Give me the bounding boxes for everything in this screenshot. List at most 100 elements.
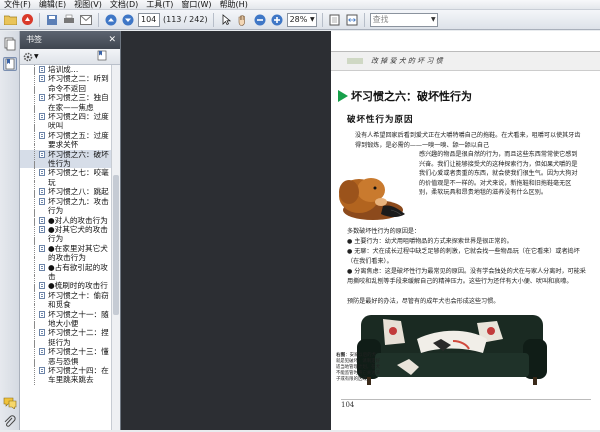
- comments-icon[interactable]: [3, 397, 17, 411]
- menu-file[interactable]: 文件(F): [0, 0, 35, 9]
- select-tool-icon[interactable]: [219, 13, 233, 27]
- bookmark-label: 坏习惯之十一：随地大小便: [48, 309, 109, 328]
- bookmarks-toolbar: ▼: [20, 49, 120, 65]
- menu-document[interactable]: 文档(D): [106, 0, 142, 9]
- attachments-icon[interactable]: [3, 415, 17, 429]
- bookmarks-list: 培训成… 坏习惯之二：听到命令不返回 坏习惯之三：独自在家——焦虑 坏习惯之四：过度吠…: [20, 65, 112, 430]
- bookmark-page-icon: [39, 75, 45, 83]
- navigation-pane-strip: [0, 31, 20, 430]
- toolbar-separator: [98, 12, 99, 27]
- chapter-arrow-icon: [338, 90, 348, 102]
- photo-caption: 右图：安家以后的犬就是犯破坏，请制定好适当地管理计划，在犬不能监管时将它关进笼子…: [336, 353, 380, 383]
- bookmark-label: 坏习惯之二：听到命令不返回: [48, 74, 109, 93]
- bookmarks-header: 书签 ✕: [20, 31, 120, 49]
- bookmark-label: 坏习惯之四：过度吠叫: [48, 112, 109, 131]
- fit-page-icon[interactable]: [328, 13, 342, 27]
- bookmark-label: 坏习惯之十：偷窃和觅食: [48, 290, 109, 310]
- page-running-header: 改 掉 爱 犬 的 坏 习 惯: [331, 51, 600, 71]
- new-bookmark-icon[interactable]: [97, 50, 107, 64]
- bookmark-label: 坏习惯之五：过度要求关怀: [48, 130, 109, 150]
- bookmark-label: 坏习惯之十四：在车里跳来跳去: [48, 366, 109, 385]
- toolbar-separator: [39, 12, 40, 27]
- document-view[interactable]: 改 掉 爱 犬 的 坏 习 惯 坏习惯之六：破坏性行为 破坏性行为原因 没有人希…: [121, 31, 600, 430]
- previous-page-icon[interactable]: [104, 13, 118, 27]
- pdf-page: 改 掉 爱 犬 的 坏 习 惯 坏习惯之六：破坏性行为 破坏性行为原因 没有人希…: [331, 31, 600, 430]
- toolbar-separator: [363, 12, 365, 27]
- menu-window[interactable]: 窗口(W): [177, 0, 215, 9]
- create-pdf-icon[interactable]: [20, 13, 34, 27]
- bookmark-page-icon: [39, 188, 45, 196]
- sofa-with-dog-photo: [357, 309, 547, 387]
- zoom-select[interactable]: 28% ▼: [286, 12, 317, 27]
- search-placeholder: 查找: [372, 14, 389, 24]
- header-decoration: [347, 58, 363, 64]
- bookmarks-panel-icon[interactable]: [3, 57, 17, 71]
- bookmark-page-icon: [39, 329, 45, 337]
- bookmarks-title: 书签: [26, 35, 42, 44]
- bookmark-label: 坏习惯之十三：懂恶与恐惧: [48, 347, 109, 366]
- bookmark-page-icon: [39, 367, 45, 374]
- chevron-down-icon: ▼: [430, 15, 436, 23]
- toolbar-separator: [212, 12, 214, 27]
- page-number: 104: [341, 401, 355, 409]
- bookmark-page-icon: [39, 216, 45, 224]
- search-input[interactable]: 查找 ▼: [369, 12, 438, 27]
- fit-width-icon[interactable]: [345, 13, 359, 27]
- menu-tools[interactable]: 工具(T): [142, 0, 177, 9]
- toolbar: 104 (113 / 242) 28% ▼ 查找 ▼: [0, 10, 600, 30]
- bookmark-label: 培训成…: [48, 65, 79, 74]
- save-icon[interactable]: [45, 13, 59, 27]
- scrollbar-thumb[interactable]: [113, 175, 119, 315]
- bookmark-label: 坏习惯之七：咬毫玩: [48, 168, 109, 187]
- bookmark-page-icon: [39, 291, 45, 299]
- running-header-text: 改 掉 爱 犬 的 坏 习 惯: [371, 57, 443, 65]
- bookmark-page-icon: [39, 310, 45, 318]
- zoom-in-icon[interactable]: [270, 13, 284, 27]
- bookmark-label: 坏习惯之八：跳起: [48, 187, 109, 197]
- next-page-icon[interactable]: [121, 13, 135, 27]
- options-menu-icon[interactable]: ▼: [23, 52, 39, 62]
- page-number-input[interactable]: 104: [138, 12, 160, 27]
- menu-edit[interactable]: 编辑(E): [35, 0, 70, 9]
- email-icon[interactable]: [79, 13, 93, 27]
- bookmark-item[interactable]: 坏习惯之十四：在车里跳来跳去: [20, 360, 112, 385]
- bookmark-page-icon: [39, 94, 45, 102]
- bookmark-page-icon: [39, 150, 45, 158]
- pages-icon[interactable]: [3, 37, 17, 51]
- dog-chewing-photo: [331, 166, 411, 228]
- section-title: 破坏性行为原因: [347, 115, 414, 125]
- bookmark-label: ●对其它犬的攻击行为: [48, 224, 108, 244]
- bookmark-page-icon: [39, 282, 45, 290]
- cause-boredom: ● 无聊：犬在成长过程中缺乏足够的刺激，它就会找一些物品玩（在它看来）或者捣坏（…: [347, 248, 580, 265]
- bookmark-label: 坏习惯之十二：捏挺行为: [48, 328, 109, 347]
- bookmark-label: ●在家里对其它犬的攻击行为: [48, 243, 108, 263]
- footer-rule: [341, 399, 591, 400]
- bookmark-page-icon: [39, 131, 45, 139]
- bookmark-page-icon: [39, 225, 45, 233]
- close-icon[interactable]: ✕: [108, 31, 116, 49]
- menu-view[interactable]: 视图(V): [70, 0, 106, 9]
- paragraph-prevention: 预防是最好的办法，尽管有的成年犬也会形成这些习惯。: [347, 298, 500, 305]
- bookmark-label: ●对人的攻击行为: [48, 215, 108, 225]
- tree-connector: [34, 360, 35, 385]
- zoom-out-icon[interactable]: [253, 13, 267, 27]
- print-icon[interactable]: [62, 13, 76, 27]
- menu-help[interactable]: 帮助(H): [216, 0, 252, 9]
- menubar: 文件(F) 编辑(E) 视图(V) 文档(D) 工具(T) 窗口(W) 帮助(H): [0, 0, 600, 10]
- bookmarks-scrollbar[interactable]: [111, 65, 120, 430]
- chapter-title: 坏习惯之六：破坏性行为: [351, 90, 472, 103]
- bookmarks-panel: 书签 ✕ ▼ 培训成… 坏习惯之二：听到命令不返回 坏习惯之三：独自在家——焦虑 坏习…: [20, 31, 121, 430]
- chevron-down-icon: ▼: [309, 15, 315, 23]
- caption-label: 右图: [336, 353, 346, 358]
- open-folder-icon[interactable]: [3, 13, 17, 27]
- bookmark-page-icon: [39, 244, 45, 252]
- bookmark-page-icon: [39, 169, 45, 177]
- bookmark-label: 坏习惯之三：独自在家——焦虑: [48, 93, 109, 112]
- cause-exploration: ● 主要行为：幼犬用咀嚼物品的方式来探索世界是很正常的。: [347, 238, 513, 245]
- hand-tool-icon[interactable]: [236, 13, 250, 27]
- bookmark-label: 坏习惯之九：攻击行为: [48, 196, 109, 216]
- toolbar-separator: [321, 12, 323, 27]
- paragraph-intro: 没有人希望回家后看到爱犬正在大嚼特嚼自己的拖鞋。在犬看来，咀嚼可以使其牙齿得到锻…: [355, 132, 581, 149]
- bookmark-label: ●梳刷时的攻击行: [48, 281, 108, 291]
- bookmark-label: ●占有欲引起的攻击: [48, 262, 108, 281]
